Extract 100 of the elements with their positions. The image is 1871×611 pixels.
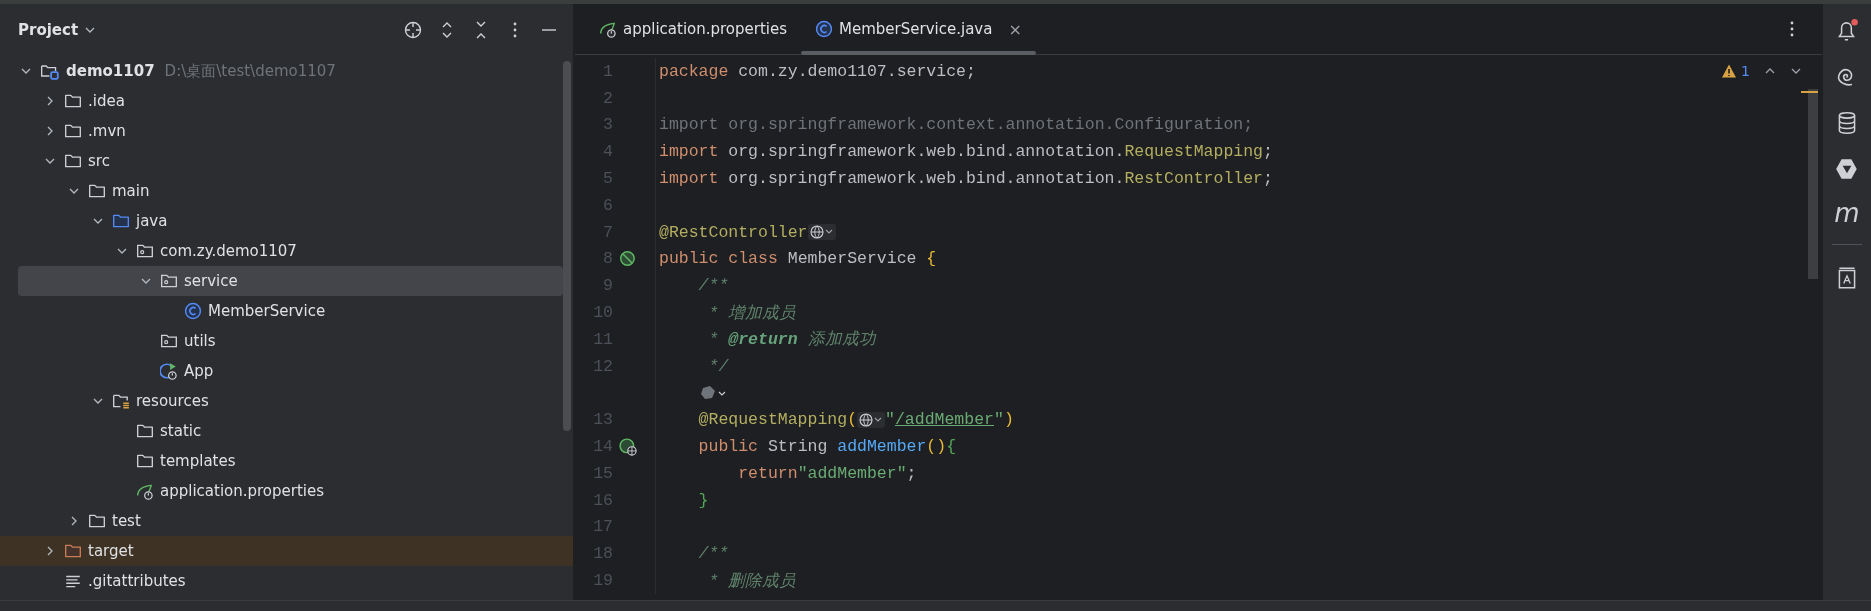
tree-row[interactable]: utils xyxy=(18,326,563,356)
code-token: ; xyxy=(1263,169,1273,189)
tree-row[interactable]: com.zy.demo1107 xyxy=(18,236,563,266)
tree-row[interactable]: static xyxy=(18,416,563,446)
scrollbar-thumb[interactable] xyxy=(563,61,571,431)
close-icon[interactable]: × xyxy=(1008,19,1022,39)
code-token: ( xyxy=(847,410,858,430)
code-token: public class xyxy=(659,249,779,269)
code-token: /addMember xyxy=(894,410,994,430)
code-token: RestController xyxy=(1124,169,1263,189)
tree-item-label: target xyxy=(88,542,134,560)
tree-row[interactable]: resources xyxy=(18,386,563,416)
web-endpoint-icon[interactable] xyxy=(619,437,637,456)
tree-item-label: static xyxy=(160,422,202,440)
code-token: */ xyxy=(707,356,729,376)
code-token: " xyxy=(885,410,895,430)
tree-row[interactable]: test xyxy=(18,506,563,536)
tree-row[interactable]: demo1107 D:\桌面\test\demo1107 xyxy=(18,56,563,86)
tree-row[interactable]: java xyxy=(18,206,563,236)
code-token: import xyxy=(659,169,720,189)
folder-icon xyxy=(112,212,130,230)
tree-item-label: App xyxy=(184,362,214,380)
folder-icon xyxy=(64,92,82,110)
tree-row[interactable]: .mvn xyxy=(18,116,563,146)
module-folder-icon xyxy=(40,62,60,80)
folder-icon xyxy=(64,122,82,140)
tree-item-label: service xyxy=(184,272,238,290)
package-icon xyxy=(160,272,178,290)
bean-icon[interactable] xyxy=(619,249,637,268)
tree-row[interactable]: service xyxy=(18,266,563,296)
code-token: ; xyxy=(1263,142,1273,162)
resources-folder-icon xyxy=(112,392,130,410)
locate-icon[interactable] xyxy=(403,20,423,40)
code-token: org.springframework.web.bind.annotation. xyxy=(728,142,1125,162)
scrollbar-thumb[interactable] xyxy=(1808,89,1818,279)
tree-item-label: application.properties xyxy=(160,482,325,500)
code-token: String xyxy=(767,437,829,457)
tree-item-label: com.zy.demo1107 xyxy=(160,242,297,260)
folder-icon xyxy=(136,422,154,440)
tree-item-label: .gitattributes xyxy=(88,572,186,590)
code-token: } xyxy=(697,490,709,510)
code-token: { xyxy=(926,249,937,269)
globe-hint-icon[interactable] xyxy=(857,411,886,428)
code-token: return xyxy=(737,463,798,483)
code-token: @RestController xyxy=(659,222,808,242)
spring-leaf-icon xyxy=(136,482,154,500)
code-token: org.springframework.web.bind.annotation. xyxy=(728,169,1125,189)
code-token: * 删除成员 xyxy=(707,570,797,592)
warning-count[interactable]: 1 xyxy=(1741,63,1750,79)
code-token: * 增加成员 xyxy=(707,302,797,324)
tree-row[interactable]: .idea xyxy=(18,86,563,116)
tree-item-label: .idea xyxy=(88,92,125,110)
code-token: /** xyxy=(697,544,729,564)
tree-row[interactable]: target xyxy=(0,536,573,566)
warning-icon[interactable] xyxy=(1721,63,1738,79)
code-token: import xyxy=(659,142,720,162)
code-token: /** xyxy=(697,276,729,296)
code-token: @RequestMapping xyxy=(697,410,848,430)
code-token: " xyxy=(994,410,1004,430)
tree-row[interactable]: templates xyxy=(18,446,563,476)
tree-item-label: demo1107 xyxy=(66,62,155,80)
code-token: { xyxy=(946,437,957,457)
class-icon xyxy=(815,20,834,38)
editor-tab[interactable]: application.properties xyxy=(585,4,802,54)
tree-row[interactable]: application.properties xyxy=(18,476,563,506)
warning-marker[interactable] xyxy=(1801,91,1818,93)
tree-row[interactable]: App xyxy=(18,356,563,386)
tree-item-label: utils xyxy=(184,332,216,350)
code-token: ) xyxy=(1003,410,1014,430)
spring-class-icon xyxy=(160,362,178,380)
maven-icon[interactable]: m xyxy=(1834,202,1860,224)
globe-hint-icon[interactable] xyxy=(807,224,836,241)
tree-row[interactable]: MemberService xyxy=(18,296,563,326)
tree-item-label: main xyxy=(112,182,150,200)
code-token: * xyxy=(707,329,720,349)
tree-item-label: MemberService xyxy=(208,302,326,320)
tree-item-label: src xyxy=(88,152,110,170)
code-token: MemberService xyxy=(787,249,918,269)
editor-tab[interactable]: MemberService.java × xyxy=(801,4,1036,54)
code-token: @return xyxy=(728,329,798,349)
tree-row[interactable]: .gitattributes xyxy=(18,566,563,596)
folder-icon xyxy=(64,152,82,170)
tree-item-label: resources xyxy=(136,392,209,410)
code-token: RequestMapping xyxy=(1124,142,1263,162)
class-icon xyxy=(184,302,202,320)
tree-item-label: java xyxy=(136,212,168,230)
code-token: public xyxy=(697,437,760,457)
folder-icon xyxy=(88,182,106,200)
panel-title[interactable]: Project xyxy=(18,21,79,39)
code-token: 添加成功 xyxy=(806,329,876,351)
code-token: "addMember" xyxy=(797,463,907,483)
package-icon xyxy=(160,332,178,350)
tree-row[interactable]: main xyxy=(18,176,563,206)
folder-icon xyxy=(64,542,82,560)
code-token: com.zy.demo1107.service; xyxy=(738,61,976,81)
project-path: D:\桌面\test\demo1107 xyxy=(164,61,336,81)
code-token: () xyxy=(926,437,947,457)
code-token: import org.springframework.context.annotation.Configuration; xyxy=(659,115,1254,135)
tree-row[interactable]: src xyxy=(18,146,563,176)
code-token: ; xyxy=(906,463,917,483)
